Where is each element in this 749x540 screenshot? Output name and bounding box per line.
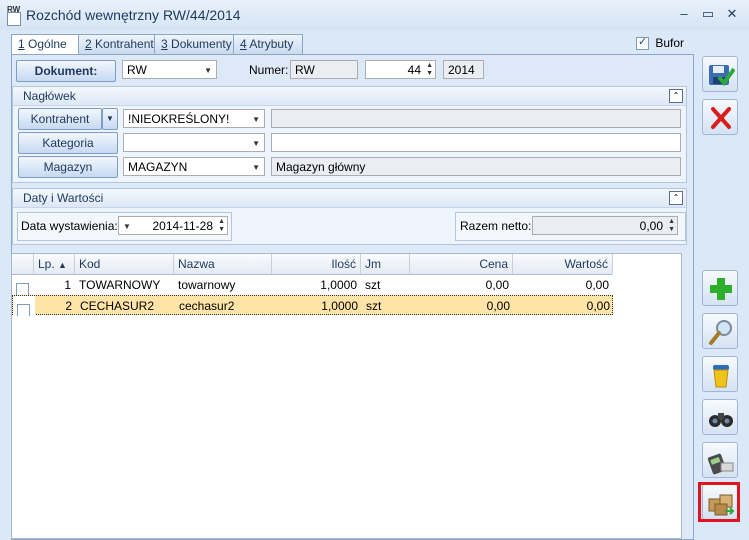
- cell-cena: 0,00: [485, 278, 509, 292]
- column-header-ilosc[interactable]: Ilość: [272, 254, 361, 274]
- table-row[interactable]: 1 TOWARNOWY towarnowy 1,0000 szt 0,00 0,…: [12, 275, 613, 295]
- spin-icon[interactable]: ▲ ▼: [426, 62, 433, 78]
- numer-year-field: 2014: [443, 60, 484, 79]
- dokument-button[interactable]: Dokument:: [16, 60, 116, 82]
- cell-nazwa: towarnowy: [178, 278, 236, 292]
- naglowek-title: Nagłówek: [23, 89, 76, 103]
- table-row-selected[interactable]: 2 CECHASUR2 cechasur2 1,0000 szt 0,00 0,…: [12, 295, 613, 316]
- kontrahent-button[interactable]: Kontrahent: [18, 108, 102, 130]
- payment-terminal-icon: [707, 453, 734, 475]
- select-column-header: [12, 254, 34, 274]
- kategoria-button[interactable]: Kategoria: [18, 132, 118, 154]
- grid-header: Lp. ▲ Kod Nazwa Ilość Jm Cena Wartość: [12, 254, 613, 275]
- spin-icon: ▲ ▼: [668, 218, 675, 233]
- sort-asc-icon: ▲: [58, 260, 67, 270]
- cell-kod: TOWARNOWY: [79, 278, 161, 292]
- edit-magnifier-icon: [709, 320, 732, 345]
- bufor-label: Bufor: [655, 36, 685, 50]
- cell-kod: CECHASUR2: [80, 299, 155, 313]
- cell-lp: 1: [64, 278, 71, 292]
- column-header-cena[interactable]: Cena: [410, 254, 513, 274]
- tab-dokumenty[interactable]: 3 Dokumenty: [154, 34, 236, 54]
- data-wystawienia-field[interactable]: ▼ 2014-11-28 ▲ ▼: [118, 216, 228, 235]
- bufor-check-icon[interactable]: [636, 35, 649, 51]
- chevron-down-icon: ▼: [252, 139, 260, 148]
- cancel-icon: [711, 107, 731, 129]
- cell-wartosc: 0,00: [586, 299, 610, 313]
- kategoria-desc[interactable]: [271, 133, 681, 152]
- minimize-icon[interactable]: –: [674, 6, 694, 22]
- column-header-lp[interactable]: Lp. ▲: [34, 254, 75, 274]
- delete-button[interactable]: [702, 356, 738, 392]
- razem-netto-label: Razem netto:: [460, 219, 532, 233]
- save-icon: [709, 65, 735, 87]
- cell-ilosc: 1,0000: [320, 278, 357, 292]
- tab-ogolne[interactable]: 1 Ogólne: [11, 34, 82, 55]
- tab-atrybuty[interactable]: 4 Atrybuty: [233, 34, 303, 54]
- add-button[interactable]: [702, 270, 738, 306]
- collapse-icon[interactable]: ⌃: [669, 191, 683, 205]
- chevron-down-icon: ▼: [252, 115, 260, 124]
- edit-button[interactable]: [702, 313, 738, 349]
- razem-netto-field: 0,00 ▲ ▼: [532, 216, 678, 235]
- naglowek-group: Nagłówek ⌃ Kontrahent ▼ !NIEOKREŚLONY! ▼ …: [12, 86, 687, 183]
- items-grid[interactable]: Lp. ▲ Kod Nazwa Ilość Jm Cena Wartość 1 …: [11, 253, 682, 539]
- cell-nazwa: cechasur2: [179, 299, 235, 313]
- app-icon: [7, 12, 21, 26]
- highlight-frame: [698, 482, 740, 522]
- cell-jm: szt: [366, 299, 382, 313]
- cell-jm: szt: [365, 278, 381, 292]
- spin-icon[interactable]: ▲ ▼: [218, 218, 225, 234]
- chevron-down-icon: ▼: [204, 66, 212, 75]
- magazyn-select[interactable]: MAGAZYN ▼: [123, 157, 265, 176]
- kontrahent-desc: [271, 109, 681, 128]
- daty-title: Daty i Wartości: [23, 191, 104, 205]
- save-button[interactable]: [702, 56, 738, 92]
- row-checkbox[interactable]: [16, 283, 29, 295]
- cell-ilosc: 1,0000: [321, 299, 358, 313]
- collapse-icon[interactable]: ⌃: [669, 89, 683, 103]
- chevron-down-icon[interactable]: ▼: [123, 217, 131, 234]
- maximize-icon[interactable]: ▭: [698, 6, 718, 22]
- column-header-wartosc[interactable]: Wartość: [513, 254, 613, 274]
- title-bar: RW Rozchód wewnętrzny RW/44/2014 – ▭ ✕: [0, 0, 749, 30]
- magazyn-button[interactable]: Magazyn: [18, 156, 118, 178]
- document-type-select[interactable]: RW ▼: [122, 60, 217, 79]
- chevron-down-icon: ▼: [252, 163, 260, 172]
- bufor-checkbox[interactable]: Bufor: [636, 35, 685, 51]
- numer-value-field[interactable]: 44 ▲ ▼: [365, 60, 436, 79]
- cell-lp: 2: [65, 299, 72, 313]
- delete-bin-icon: [713, 365, 729, 388]
- payment-button[interactable]: [702, 442, 738, 478]
- daty-group: Daty i Wartości ⌃ Data wystawienia: ▼ 201…: [12, 188, 687, 245]
- kontrahent-select[interactable]: !NIEOKREŚLONY! ▼: [123, 109, 265, 128]
- close-icon[interactable]: ✕: [722, 6, 742, 22]
- data-box: Data wystawienia: ▼ 2014-11-28 ▲ ▼: [17, 212, 232, 241]
- data-wystawienia-label: Data wystawienia:: [21, 219, 118, 233]
- razem-box: Razem netto: 0,00 ▲ ▼: [455, 212, 686, 241]
- add-icon: [710, 278, 732, 300]
- numer-series-field: RW: [290, 60, 358, 79]
- tab-kontrahent[interactable]: 2 Kontrahent: [78, 34, 160, 54]
- kontrahent-dropdown-icon[interactable]: ▼: [102, 108, 118, 130]
- binoculars-icon: [709, 413, 733, 427]
- column-header-jm[interactable]: Jm: [361, 254, 410, 274]
- cell-wartosc: 0,00: [585, 278, 609, 292]
- cell-cena: 0,00: [486, 299, 510, 313]
- column-header-nazwa[interactable]: Nazwa: [174, 254, 272, 274]
- kategoria-select[interactable]: ▼: [123, 133, 265, 152]
- cancel-button[interactable]: [702, 99, 738, 135]
- column-header-kod[interactable]: Kod: [75, 254, 174, 274]
- daty-header: Daty i Wartości ⌃: [13, 189, 686, 208]
- search-button[interactable]: [702, 399, 738, 435]
- naglowek-header: Nagłówek ⌃: [13, 87, 686, 106]
- row-checkbox[interactable]: [17, 304, 30, 316]
- magazyn-desc: Magazyn główny: [271, 157, 681, 176]
- window-title: Rozchód wewnętrzny RW/44/2014: [26, 7, 241, 23]
- numer-label: Numer:: [249, 63, 289, 77]
